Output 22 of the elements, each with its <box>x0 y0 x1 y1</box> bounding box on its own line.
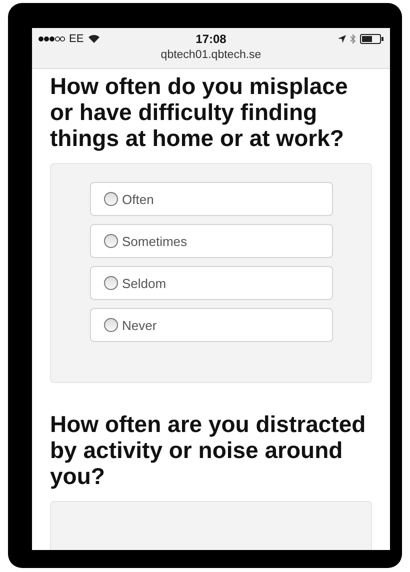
question-title: How often do you misplace or have difficulty finding things at home or at work? <box>50 73 349 151</box>
radio-button[interactable] <box>104 234 118 248</box>
option-label: Seldom <box>122 276 166 290</box>
answer-option[interactable]: Never <box>90 308 333 342</box>
answer-option[interactable]: Often <box>90 182 333 216</box>
wifi-icon <box>88 34 100 43</box>
option-label: Often <box>122 192 154 206</box>
answer-option[interactable]: Sometimes <box>90 224 333 258</box>
location-arrow-icon <box>338 34 346 42</box>
radio-button[interactable] <box>104 276 118 290</box>
url-text: qbtech01.qbtech.se <box>160 49 262 61</box>
carrier-name: EE <box>69 32 84 44</box>
radio-button[interactable] <box>104 192 118 206</box>
bluetooth-icon <box>350 34 356 44</box>
clock-time: 17:08 <box>196 32 226 46</box>
question-title: How often are you distracted by activity or noise around you? <box>50 411 367 489</box>
option-label: Sometimes <box>122 234 188 248</box>
radio-button[interactable] <box>104 318 118 332</box>
battery-icon <box>360 34 384 44</box>
signal-icon <box>38 36 65 42</box>
answer-option[interactable]: Seldom <box>90 266 333 300</box>
option-label: Never <box>122 318 157 332</box>
